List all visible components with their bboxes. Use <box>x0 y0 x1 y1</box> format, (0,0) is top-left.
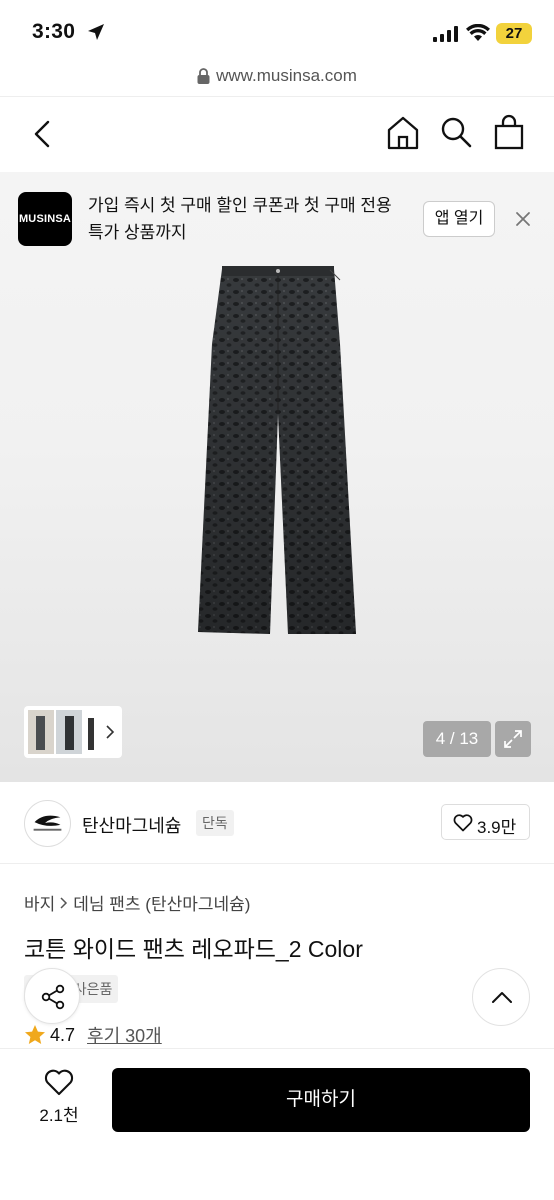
page-header <box>0 96 554 172</box>
close-icon[interactable] <box>512 208 534 230</box>
wishlist-count: 2.1천 <box>39 1106 79 1125</box>
brand-like-count: 3.9만 <box>477 818 517 837</box>
product-gallery[interactable]: MUSINSA 가입 즉시 첫 구매 할인 쿠폰과 첫 구매 전용 특가 상품까… <box>0 172 554 782</box>
thumbnail-image[interactable] <box>56 710 82 754</box>
thumbnail-strip[interactable] <box>24 706 122 758</box>
home-icon[interactable] <box>386 115 420 151</box>
shopping-bag-icon[interactable] <box>493 114 525 150</box>
product-image <box>198 266 356 634</box>
battery-indicator: 27 <box>496 23 532 44</box>
open-app-button[interactable]: 앱 열기 <box>423 201 495 237</box>
brand-logo[interactable] <box>24 800 71 847</box>
share-button[interactable] <box>24 968 80 1024</box>
product-rating: 4.7 후기 30개 <box>24 1022 162 1048</box>
reviews-link[interactable]: 후기 30개 <box>87 1022 162 1048</box>
breadcrumb: 바지 데님 팬츠 (탄산마그네슘) <box>24 890 250 915</box>
back-icon[interactable] <box>28 119 56 149</box>
brand-row: 탄산마그네슘 단독 3.9만 <box>0 782 554 864</box>
expand-icon <box>504 730 522 748</box>
star-icon <box>25 1025 45 1044</box>
exclusive-badge: 단독 <box>196 810 234 836</box>
location-arrow-icon <box>88 24 104 40</box>
status-bar: 3:30 27 <box>0 0 554 62</box>
buy-button[interactable]: 구매하기 <box>112 1068 530 1132</box>
breadcrumb-item[interactable]: 바지 <box>24 890 55 915</box>
thumbnail-image[interactable] <box>82 710 100 754</box>
url-bar[interactable]: www.musinsa.com <box>0 62 554 96</box>
search-icon[interactable] <box>440 116 472 148</box>
thumbnail-image[interactable] <box>28 710 54 754</box>
heart-icon <box>453 814 473 832</box>
product-title: 코튼 와이드 팬츠 레오파드_2 Color <box>24 936 363 962</box>
wifi-icon <box>466 24 490 41</box>
musinsa-logo: MUSINSA <box>18 192 72 246</box>
chevron-up-icon <box>492 992 512 1003</box>
heart-icon <box>44 1069 74 1096</box>
breadcrumb-item[interactable]: 데님 팬츠 (탄산마그네슘) <box>73 890 250 915</box>
lock-icon <box>197 68 210 84</box>
bottom-action-bar: 2.1천 구매하기 <box>0 1048 554 1200</box>
app-promo-banner: MUSINSA 가입 즉시 첫 구매 할인 쿠폰과 첫 구매 전용 특가 상품까… <box>0 172 554 262</box>
brand-name[interactable]: 탄산마그네슘 <box>82 812 181 838</box>
promo-message: 가입 즉시 첫 구매 할인 쿠폰과 첫 구매 전용 특가 상품까지 <box>88 196 392 242</box>
chevron-right-icon[interactable] <box>104 723 116 741</box>
wishlist-button[interactable]: 2.1천 <box>30 1069 88 1129</box>
gallery-counter: 4 / 13 <box>423 721 491 757</box>
scroll-to-top-button[interactable] <box>472 968 530 1026</box>
share-icon <box>41 984 65 1010</box>
chevron-right-icon <box>60 896 68 909</box>
url-text: www.musinsa.com <box>216 66 357 85</box>
brand-like-button[interactable]: 3.9만 <box>441 804 530 840</box>
rating-score: 4.7 <box>50 1024 76 1045</box>
cellular-signal-icon <box>433 26 458 42</box>
fullscreen-button[interactable] <box>495 721 531 757</box>
status-time: 3:30 <box>32 20 76 43</box>
